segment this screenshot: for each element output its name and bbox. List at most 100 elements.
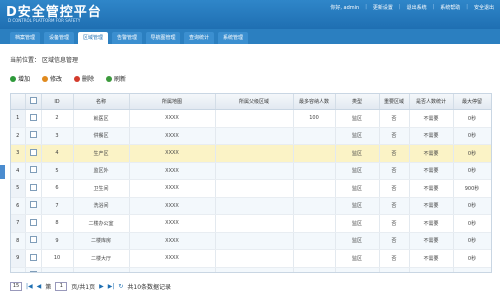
table-cell: 0秒 [453,249,491,268]
table-row[interactable]: 10 11二监区XXXX 监区否不需要60秒 [11,267,491,272]
table-cell: 监区 [335,127,380,145]
tab-navmap[interactable]: 导航图管理 [146,32,180,44]
table-cell [215,127,294,145]
row-checkbox[interactable] [25,267,42,272]
refresh-button[interactable]: 刷新 [106,74,126,83]
link-help[interactable]: 系统帮助 [440,4,460,11]
table-cell: 2 [41,109,74,128]
table-cell: 不需要 [409,109,454,128]
header-rownum [11,94,26,110]
table-row[interactable]: 6 7 洗浴间 XXXX 监区否不需要 0秒 [11,197,491,215]
table-cell: 监区外 [73,162,130,180]
row-checkbox[interactable] [25,144,42,163]
row-checkbox[interactable] [25,127,42,145]
next-page-icon[interactable]: ▶ [99,283,104,290]
table-cell: 0秒 [453,127,491,145]
table-row[interactable]: 4 5 监区外 XXXX 监区否不需要 0秒 [11,162,491,180]
table-cell: 否 [379,214,410,233]
reload-icon[interactable]: ↻ [118,283,123,290]
header-count-people[interactable]: 是否人数统计 [409,94,454,110]
table-row[interactable]: 7 8 二楼办公室 XXXX 监区否不需要 0秒 [11,214,491,233]
header-links: 你好, admin | 更新设置 | 退出系统 | 系统帮助 | 安全退出 [330,4,494,11]
table-cell: 9 [41,232,74,250]
delete-icon [74,75,81,82]
table-cell: 监区 [335,214,380,233]
table-cell: 不需要 [409,162,454,180]
row-checkbox[interactable] [25,179,42,198]
table-cell: 监区 [335,162,380,180]
link-safe-exit[interactable]: 安全退出 [474,4,494,11]
table-cell: 否 [379,249,410,268]
table-cell: 0秒 [453,232,491,250]
table-row[interactable]: 8 9 二楼库房 XXXX 监区否不需要 0秒 [11,232,491,250]
table-row[interactable]: 5 6 卫生间 XXXX 监区否不需要 900秒 [11,179,491,198]
user-greeting: 你好, admin [330,5,360,11]
tab-alarm[interactable]: 告警管理 [112,32,142,44]
table-cell: 不需要 [409,267,454,272]
link-logout[interactable]: 退出系统 [407,4,427,11]
table-cell: 否 [379,144,410,163]
row-checkbox[interactable] [25,197,42,215]
row-checkbox[interactable] [25,109,42,128]
header-parent-area[interactable]: 所属父级区域 [215,94,294,110]
table-row[interactable]: 3 4 生产区 XXXX 监区否不需要 0秒 [11,144,491,163]
row-checkbox[interactable] [25,162,42,180]
table-cell: 不需要 [409,127,454,145]
breadcrumb: 当前位置： 区域信息管理 [10,55,78,64]
tab-area[interactable]: 区域管理 [78,32,108,44]
table-cell: 供餐区 [73,127,130,145]
table-cell: 监区 [335,179,380,198]
table-row[interactable]: 1 2 就医区 XXXX 100 监区否不需要 0秒 [11,109,491,128]
table-cell [293,127,336,145]
table-cell: 0秒 [453,197,491,215]
table-cell: 监区 [335,267,380,272]
last-page-icon[interactable]: ▶| [108,283,115,290]
header-max-people[interactable]: 最多容纳人数 [293,94,336,110]
table-cell: 卫生间 [73,179,130,198]
table-cell [215,267,294,272]
side-collapse-handle[interactable] [0,165,5,179]
table-cell: 0秒 [453,162,491,180]
table-row[interactable]: 2 3 供餐区 XXXX 监区否不需要 0秒 [11,127,491,145]
header-id[interactable]: ID [41,94,74,110]
table-row[interactable]: 9 10 二楼大厅 XXXX 监区否不需要 0秒 [11,249,491,268]
delete-button[interactable]: 删除 [74,74,94,83]
tab-system[interactable]: 系统管理 [218,32,248,44]
row-number: 3 [11,144,26,163]
table-cell: 60秒 [453,267,491,272]
header-type[interactable]: 类型 [335,94,380,110]
add-icon [10,75,16,82]
page-input[interactable]: 1 [55,282,68,291]
first-page-icon[interactable]: |◀ [26,283,33,290]
table-cell [215,162,294,180]
table-cell: 否 [379,267,410,272]
table-cell: 二楼大厅 [73,249,130,268]
table-cell: 不需要 [409,197,454,215]
breadcrumb-label: 当前位置： [10,57,41,64]
tab-device[interactable]: 设备管理 [44,32,74,44]
table-cell: 900秒 [453,179,491,198]
add-button[interactable]: 增加 [10,74,30,83]
header-name[interactable]: 名称 [73,94,130,110]
tab-archive[interactable]: 档案管理 [10,32,40,44]
table-cell: XXXX [129,214,216,233]
tab-stats[interactable]: 查询统计 [184,32,214,44]
header-max-stay[interactable]: 最大停留 [453,94,491,110]
edit-button[interactable]: 修改 [42,74,62,83]
table-cell [293,144,336,163]
edit-icon [42,75,49,82]
row-checkbox[interactable] [25,232,42,250]
table-cell: 3 [41,127,74,145]
page-size-select[interactable]: 15 [10,282,22,291]
link-settings[interactable]: 更新设置 [373,4,393,11]
table-cell: 5 [41,162,74,180]
prev-page-icon[interactable]: ◀ [37,283,42,290]
header-map[interactable]: 所属地图 [129,94,216,110]
row-number: 5 [11,179,26,198]
nav-tabs: 档案管理 设备管理 区域管理 告警管理 导航图管理 查询统计 系统管理 [0,29,500,44]
table-cell: 二监区 [73,267,130,272]
header-important[interactable]: 重要区域 [379,94,410,110]
row-checkbox[interactable] [25,249,42,268]
header-checkbox[interactable] [25,94,42,110]
row-checkbox[interactable] [25,214,42,233]
